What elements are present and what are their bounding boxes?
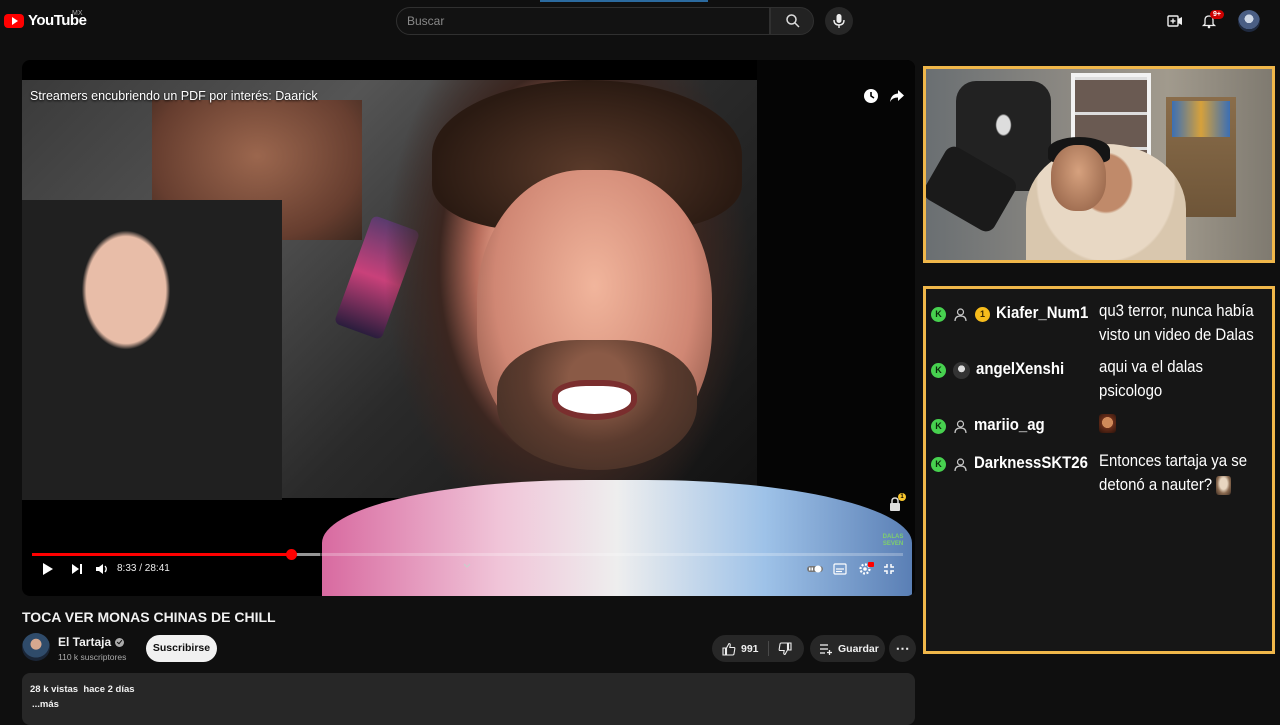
settings-button[interactable] <box>858 561 874 577</box>
create-video-icon <box>1167 15 1182 27</box>
user-icon <box>954 420 967 434</box>
face-emote <box>1099 414 1116 433</box>
kick-badge-icon <box>931 363 946 378</box>
llama-emote <box>1216 476 1232 496</box>
share-icon[interactable] <box>888 87 906 105</box>
thumbs-up-icon[interactable] <box>722 642 736 656</box>
save-button[interactable]: Guardar <box>810 635 885 662</box>
channel-name-row[interactable]: El Tartaja <box>58 635 125 649</box>
like-dislike-group: 991 <box>712 635 804 662</box>
chat-text: qu3 terror, nunca había visto un video d… <box>1099 301 1254 344</box>
chat-text: Entonces tartaja ya se detonó a nauter? <box>1099 449 1266 497</box>
voice-search-button[interactable] <box>825 7 853 35</box>
exit-fullscreen-icon <box>884 564 894 574</box>
webcam-head <box>1051 145 1106 211</box>
search-icon <box>786 14 800 28</box>
channel-avatar[interactable] <box>22 633 50 661</box>
chat-username[interactable]: DarknessSKT26 <box>974 451 1088 475</box>
play-button[interactable] <box>42 561 54 577</box>
streamer-webcam <box>923 66 1275 263</box>
playlist-add-icon <box>820 644 832 655</box>
chevron-down-icon[interactable] <box>462 561 472 571</box>
channel-name[interactable]: El Tartaja <box>58 635 111 649</box>
user-icon <box>954 458 967 472</box>
user-avatar <box>953 362 970 379</box>
subscribe-button[interactable]: Suscribirse <box>146 635 217 662</box>
thumbs-down-icon[interactable] <box>778 642 792 656</box>
description-box[interactable]: 28 k vistas hace 2 días ...más <box>22 673 915 725</box>
webcam-posters <box>1172 101 1230 137</box>
progress-scrubber[interactable] <box>286 549 298 560</box>
search-button[interactable] <box>770 7 814 35</box>
next-button[interactable] <box>71 561 83 577</box>
next-icon <box>72 564 82 574</box>
user-icon <box>954 308 967 322</box>
kick-badge-icon <box>931 307 946 322</box>
subscriber-count: 110 k suscriptores <box>58 652 127 662</box>
progress-fill <box>32 553 292 556</box>
exit-fullscreen-button[interactable] <box>883 561 895 577</box>
chat-username[interactable]: Kiafer_Num1 <box>996 301 1088 325</box>
save-label: Guardar <box>838 643 879 655</box>
youtube-logo[interactable]: YouTube MX <box>4 10 87 29</box>
kick-badge-icon <box>931 419 946 434</box>
more-actions-button[interactable]: ⋯ <box>889 635 916 662</box>
subtitles-icon <box>833 563 847 575</box>
chat-username[interactable]: angelXenshi <box>976 357 1064 381</box>
subtitles-button[interactable] <box>833 561 847 577</box>
webcam-person <box>1026 144 1186 260</box>
progress-bar[interactable] <box>32 549 903 560</box>
frame-arm <box>22 200 282 500</box>
microphone-icon <box>833 14 845 28</box>
kick-badge-icon <box>931 457 946 472</box>
play-icon <box>43 563 53 575</box>
top-bar: YouTube MX Buscar 9+ <box>0 0 1280 44</box>
autoplay-toggle-icon <box>807 565 823 573</box>
like-count[interactable]: 991 <box>741 643 759 655</box>
verified-icon <box>115 637 125 647</box>
volume-button[interactable] <box>95 561 109 577</box>
video-title: TOCA VER MONAS CHINAS DE CHILL <box>22 609 276 625</box>
chat-text: aqui va el dalas psicologo <box>1099 357 1203 400</box>
stream-chat: 1 Kiafer_Num1 qu3 terror, nunca había vi… <box>923 286 1275 654</box>
frame-shirt <box>322 480 912 596</box>
time-display: 8:33 / 28:41 <box>117 563 170 574</box>
like-divider <box>768 641 769 656</box>
page-load-progress <box>540 0 708 2</box>
create-video-button[interactable] <box>1164 10 1186 32</box>
channel-watermark: DALAS SEVEN <box>882 534 904 547</box>
frame-mouth <box>552 380 637 420</box>
player-overlay-title[interactable]: Streamers encubriendo un PDF por interés… <box>30 89 318 103</box>
account-avatar[interactable] <box>1238 10 1260 32</box>
country-code: MX <box>72 10 83 17</box>
autoplay-toggle[interactable] <box>806 561 824 577</box>
gear-icon <box>859 562 874 575</box>
more-icon: ⋯ <box>895 640 910 656</box>
show-more-link[interactable]: ...más <box>32 699 59 710</box>
view-count-and-date: 28 k vistas hace 2 días <box>30 684 135 695</box>
subscriber-badge: 1 <box>975 307 990 322</box>
clock-icon[interactable] <box>862 87 880 105</box>
video-player[interactable]: Streamers encubriendo un PDF por interés… <box>22 60 915 596</box>
lock-count-badge: 1 <box>898 493 906 501</box>
search-input[interactable]: Buscar <box>396 7 770 35</box>
youtube-play-icon <box>4 13 24 28</box>
volume-icon <box>96 564 107 574</box>
chat-username[interactable]: mariio_ag <box>974 413 1045 437</box>
notification-count-badge: 9+ <box>1210 10 1224 19</box>
